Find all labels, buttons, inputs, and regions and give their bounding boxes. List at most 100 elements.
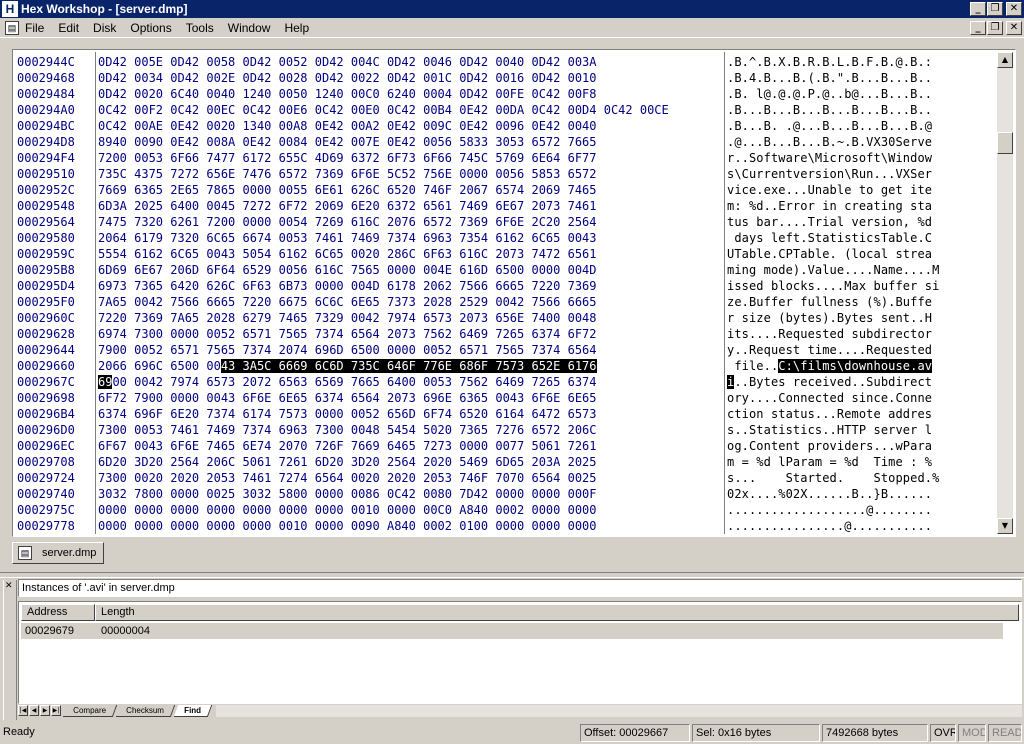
hex-row[interactable]: 00029724 7300 0020 2020 2053 7461 7274 65… xyxy=(15,470,997,486)
row-hex-bytes[interactable]: 7900 0052 6571 7565 7374 2074 696D 6500 … xyxy=(98,342,722,358)
hex-row[interactable]: 0002967C 6900 0042 7974 6573 2072 6563 65… xyxy=(15,374,997,390)
hex-row[interactable]: 000294D8 8940 0090 0E42 008A 0E42 0084 0E… xyxy=(15,134,997,150)
row-ascii[interactable]: ction status...Remote addres xyxy=(727,406,991,422)
next-tab-button[interactable]: ▶ xyxy=(40,705,50,716)
scroll-up-button[interactable]: ▲ xyxy=(997,52,1013,68)
scroll-thumb[interactable] xyxy=(997,132,1013,154)
hex-view[interactable]: 0002944C 0D42 005E 0D42 0058 0D42 0052 0D… xyxy=(15,52,997,534)
row-hex-bytes[interactable]: 2066 696C 6500 0043 3A5C 6669 6C6D 735C … xyxy=(98,358,722,374)
row-hex-bytes[interactable]: 6D69 6E67 206D 6F64 6529 0056 616C 7565 … xyxy=(98,262,722,278)
length-column-header[interactable]: Length xyxy=(95,604,1019,621)
hex-row[interactable]: 00029510 735C 4375 7272 656E 7476 6572 73… xyxy=(15,166,997,182)
row-ascii[interactable]: s..Statistics..HTTP server l xyxy=(727,422,991,438)
row-ascii[interactable]: .B.^.B.X.B.R.B.L.B.F.B.@.B.: xyxy=(727,54,991,70)
hex-row[interactable]: 00029698 6F72 7900 0000 0043 6F6E 6E65 63… xyxy=(15,390,997,406)
row-hex-bytes[interactable]: 6900 0042 7974 6573 2072 6563 6569 7665 … xyxy=(98,374,722,390)
hex-row[interactable]: 00029778 0000 0000 0000 0000 0000 0010 00… xyxy=(15,518,997,534)
row-ascii[interactable]: .B. l@.@.@.P.@..b@...B...B.. xyxy=(727,86,991,102)
hex-row[interactable]: 00029564 7475 7320 6261 7200 0000 0054 72… xyxy=(15,214,997,230)
row-hex-bytes[interactable]: 7669 6365 2E65 7865 0000 0055 6E61 626C … xyxy=(98,182,722,198)
hex-row[interactable]: 000295D4 6973 7365 6420 626C 6F63 6B73 00… xyxy=(15,278,997,294)
menu-edit[interactable]: Edit xyxy=(51,19,86,37)
row-hex-bytes[interactable]: 0D42 0034 0D42 002E 0D42 0028 0D42 0022 … xyxy=(98,70,722,86)
row-ascii[interactable]: tus bar....Trial version, %d xyxy=(727,214,991,230)
row-hex-bytes[interactable]: 7300 0053 7461 7469 7374 6963 7300 0048 … xyxy=(98,422,722,438)
row-ascii[interactable]: vice.exe...Unable to get ite xyxy=(727,182,991,198)
row-hex-bytes[interactable]: 6D20 3D20 2564 206C 5061 7261 6D20 3D20 … xyxy=(98,454,722,470)
minimize-button[interactable]: _ xyxy=(970,2,986,16)
row-hex-bytes[interactable]: 0D42 005E 0D42 0058 0D42 0052 0D42 004C … xyxy=(98,54,722,70)
row-hex-bytes[interactable]: 0000 0000 0000 0000 0000 0000 0000 0010 … xyxy=(98,502,722,518)
hex-row[interactable]: 000295F0 7A65 0042 7566 6665 7220 6675 6C… xyxy=(15,294,997,310)
row-ascii[interactable]: m = %d lParam = %d Time : % xyxy=(727,454,991,470)
row-hex-bytes[interactable]: 6F72 7900 0000 0043 6F6E 6E65 6374 6564 … xyxy=(98,390,722,406)
hex-row[interactable]: 00029740 3032 7800 0000 0025 3032 5800 00… xyxy=(15,486,997,502)
scroll-down-button[interactable]: ▼ xyxy=(997,518,1013,534)
title-bar[interactable]: H Hex Workshop - [server.dmp] _ ❐ ✕ xyxy=(0,0,1024,18)
row-ascii[interactable]: r..Software\Microsoft\Window xyxy=(727,150,991,166)
row-hex-bytes[interactable]: 7300 0020 2020 2053 7461 7274 6564 0020 … xyxy=(98,470,722,486)
row-ascii[interactable]: .@...B...B...B.~.B.VX30Serve xyxy=(727,134,991,150)
row-ascii[interactable]: i..Bytes received..Subdirect xyxy=(727,374,991,390)
document-tab-server-dmp[interactable]: ▤ server.dmp xyxy=(12,542,104,564)
hex-row[interactable]: 000296D0 7300 0053 7461 7469 7374 6963 73… xyxy=(15,422,997,438)
menu-window[interactable]: Window xyxy=(221,19,278,37)
row-ascii[interactable]: ory....Connected since.Conne xyxy=(727,390,991,406)
row-hex-bytes[interactable]: 0D42 0020 6C40 0040 1240 0050 1240 00C0 … xyxy=(98,86,722,102)
row-ascii[interactable]: issed blocks....Max buffer si xyxy=(727,278,991,294)
row-hex-bytes[interactable]: 8940 0090 0E42 008A 0E42 0084 0E42 007E … xyxy=(98,134,722,150)
hex-row[interactable]: 000294A0 0C42 00F2 0C42 00EC 0C42 00E6 0C… xyxy=(15,102,997,118)
row-hex-bytes[interactable]: 2064 6179 7320 6C65 6674 0053 7461 7469 … xyxy=(98,230,722,246)
menu-file[interactable]: File xyxy=(25,19,51,37)
result-row[interactable]: 00029679 00000004 xyxy=(21,623,1003,639)
row-ascii[interactable]: ze.Buffer fullness (%).Buffe xyxy=(727,294,991,310)
hex-row[interactable]: 000296B4 6374 696F 6E20 7374 6174 7573 00… xyxy=(15,406,997,422)
row-ascii[interactable]: 02x....%02X......B..}B...... xyxy=(727,486,991,502)
document-system-icon[interactable]: ▤ xyxy=(5,20,19,35)
hex-row[interactable]: 00029548 6D3A 2025 6400 0045 7272 6F72 20… xyxy=(15,198,997,214)
hex-row[interactable]: 000294BC 0C42 00AE 0E42 0020 1340 00A8 0E… xyxy=(15,118,997,134)
menu-help[interactable]: Help xyxy=(277,19,316,37)
row-hex-bytes[interactable]: 0C42 00AE 0E42 0020 1340 00A8 0E42 00A2 … xyxy=(98,118,722,134)
row-hex-bytes[interactable]: 6974 7300 0000 0052 6571 7565 7374 6564 … xyxy=(98,326,722,342)
row-hex-bytes[interactable]: 6973 7365 6420 626C 6F63 6B73 0000 004D … xyxy=(98,278,722,294)
row-ascii[interactable]: .B.4.B...B.(.B.".B...B...B.. xyxy=(727,70,991,86)
row-ascii[interactable]: ming mode).Value....Name....M xyxy=(727,262,991,278)
hex-row[interactable]: 000294F4 7200 0053 6F66 7477 6172 655C 4D… xyxy=(15,150,997,166)
row-hex-bytes[interactable]: 7200 0053 6F66 7477 6172 655C 4D69 6372 … xyxy=(98,150,722,166)
hex-row[interactable]: 00029660 2066 696C 6500 0043 3A5C 6669 6C… xyxy=(15,358,997,374)
row-hex-bytes[interactable]: 735C 4375 7272 656E 7476 6572 7369 6F6E … xyxy=(98,166,722,182)
row-ascii[interactable]: r size (bytes).Bytes sent..H xyxy=(727,310,991,326)
hex-row[interactable]: 00029580 2064 6179 7320 6C65 6674 0053 74… xyxy=(15,230,997,246)
maximize-button[interactable]: ❐ xyxy=(987,2,1003,16)
tab-compare[interactable]: Compare xyxy=(62,704,118,717)
hex-row[interactable]: 0002960C 7220 7369 7A65 2028 6279 7465 73… xyxy=(15,310,997,326)
row-ascii[interactable]: y..Request time....Requested xyxy=(727,342,991,358)
hex-row[interactable]: 00029644 7900 0052 6571 7565 7374 2074 69… xyxy=(15,342,997,358)
results-list[interactable]: Address Length 00029679 00000004 xyxy=(18,601,1022,704)
row-hex-bytes[interactable]: 6F67 0043 6F6E 7465 6E74 2070 726F 7669 … xyxy=(98,438,722,454)
row-hex-bytes[interactable]: 7475 7320 6261 7200 0000 0054 7269 616C … xyxy=(98,214,722,230)
doc-close-button[interactable]: ✕ xyxy=(1006,21,1022,35)
row-hex-bytes[interactable]: 0C42 00F2 0C42 00EC 0C42 00E6 0C42 00E0 … xyxy=(98,102,722,118)
hex-workshop-app-icon[interactable]: H xyxy=(2,1,18,17)
address-column-header[interactable]: Address xyxy=(21,604,95,621)
results-panel-grip[interactable] xyxy=(3,580,17,720)
row-hex-bytes[interactable]: 6D3A 2025 6400 0045 7272 6F72 2069 6E20 … xyxy=(98,198,722,214)
row-hex-bytes[interactable]: 5554 6162 6C65 0043 5054 6162 6C65 0020 … xyxy=(98,246,722,262)
row-hex-bytes[interactable]: 3032 7800 0000 0025 3032 5800 0000 0086 … xyxy=(98,486,722,502)
doc-minimize-button[interactable]: _ xyxy=(970,21,986,35)
tab-find[interactable]: Find xyxy=(173,704,212,717)
row-hex-bytes[interactable]: 0000 0000 0000 0000 0000 0010 0000 0090 … xyxy=(98,518,722,534)
menu-tools[interactable]: Tools xyxy=(179,19,221,37)
vertical-scrollbar[interactable]: ▲ ▼ xyxy=(997,52,1013,534)
hex-row[interactable]: 0002944C 0D42 005E 0D42 0058 0D42 0052 0D… xyxy=(15,54,997,70)
horizontal-scrollbar[interactable] xyxy=(215,704,1022,717)
hex-row[interactable]: 00029468 0D42 0034 0D42 002E 0D42 0028 0D… xyxy=(15,70,997,86)
last-tab-button[interactable]: ▶| xyxy=(51,705,61,716)
row-hex-bytes[interactable]: 7220 7369 7A65 2028 6279 7465 7329 0042 … xyxy=(98,310,722,326)
hex-row[interactable]: 0002959C 5554 6162 6C65 0043 5054 6162 6C… xyxy=(15,246,997,262)
first-tab-button[interactable]: |◀ xyxy=(18,705,28,716)
row-ascii[interactable]: UTable.CPTable. (local strea xyxy=(727,246,991,262)
row-hex-bytes[interactable]: 7A65 0042 7566 6665 7220 6675 6C6C 6E65 … xyxy=(98,294,722,310)
